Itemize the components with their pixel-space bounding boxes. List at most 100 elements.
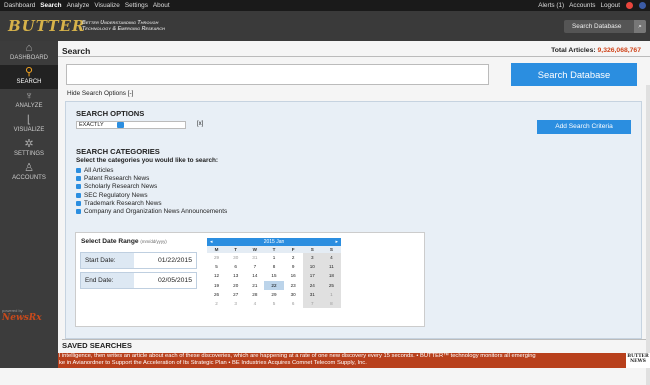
- calendar-day[interactable]: 24: [302, 280, 322, 290]
- calendar-day[interactable]: 12: [207, 271, 226, 280]
- checkbox[interactable]: [76, 175, 81, 181]
- calendar-day-header: S: [302, 246, 322, 253]
- calendar-day[interactable]: 8: [321, 298, 341, 309]
- calendar-day[interactable]: 7: [302, 298, 322, 309]
- add-search-criteria-button[interactable]: Add Search Criteria: [537, 120, 631, 134]
- saved-searches-heading: SAVED SEARCHES: [62, 341, 132, 350]
- calendar-day[interactable]: 1: [321, 289, 341, 299]
- info-icon[interactable]: [639, 2, 646, 9]
- calendar-day[interactable]: 26: [207, 290, 226, 299]
- start-date-field[interactable]: Start Date: 01/22/2015: [80, 252, 197, 269]
- calendar-day[interactable]: 4: [321, 253, 341, 263]
- search-input[interactable]: [66, 64, 489, 85]
- calendar-day[interactable]: 5: [264, 299, 283, 308]
- header-search-button[interactable]: Search Database ⌕: [564, 20, 646, 33]
- topnav-item-analyze[interactable]: Analyze: [67, 0, 90, 11]
- calendar-day[interactable]: 2: [284, 253, 303, 262]
- calendar-day[interactable]: 3: [226, 299, 245, 308]
- calendar-day[interactable]: 28: [245, 290, 264, 299]
- hide-search-options-link[interactable]: Hide Search Options [-]: [67, 90, 133, 97]
- topnav-item-search[interactable]: Search: [40, 0, 61, 11]
- calendar-day[interactable]: 18: [321, 271, 341, 281]
- match-mode-select[interactable]: EXACTLY: [76, 121, 186, 129]
- sidebar-item-dashboard[interactable]: ⌂ DASHBOARD: [0, 41, 58, 65]
- calendar-day[interactable]: 27: [226, 290, 245, 299]
- calendar-day[interactable]: 22: [264, 280, 284, 290]
- remove-criteria-link[interactable]: [x]: [197, 121, 203, 127]
- topnav-item-about[interactable]: About: [153, 0, 170, 11]
- calendar-day[interactable]: 7: [245, 262, 264, 271]
- dropdown-icon[interactable]: [117, 122, 124, 128]
- calendar-day[interactable]: 6: [226, 262, 245, 271]
- checkbox[interactable]: [76, 200, 81, 206]
- category-checkbox-row[interactable]: Scholarly Research News: [76, 183, 227, 191]
- sidebar-item-visualize[interactable]: ⌊ VISUALIZE: [0, 113, 58, 137]
- news-ticker[interactable]: l intelligence, then writes an article a…: [58, 353, 650, 368]
- logout-link[interactable]: Logout: [600, 0, 620, 11]
- calendar-day[interactable]: 21: [245, 281, 264, 290]
- calendar-day[interactable]: 25: [321, 280, 341, 290]
- butter-logo[interactable]: BUTTER: [8, 17, 85, 35]
- category-checkbox-row[interactable]: Trademark Research News: [76, 199, 227, 207]
- calendar-day[interactable]: 9: [284, 262, 303, 271]
- calendar-day[interactable]: 8: [264, 262, 283, 271]
- alerts-link[interactable]: Alerts (1): [538, 0, 564, 11]
- top-nav-bar: Dashboard Search Analyze Visualize Settings A…: [0, 0, 650, 11]
- calendar-day[interactable]: 17: [302, 271, 322, 281]
- category-checkbox-row[interactable]: All Articles: [76, 166, 227, 174]
- chart-icon: ⌊: [26, 114, 32, 126]
- search-database-button[interactable]: Search Database: [511, 63, 637, 86]
- topnav-item-visualize[interactable]: Visualize: [94, 0, 119, 11]
- calendar-day[interactable]: 31: [302, 289, 322, 299]
- calendar-day[interactable]: 16: [284, 271, 303, 280]
- sidebar-item-accounts[interactable]: ♙ ACCOUNTS: [0, 161, 58, 185]
- calendar-day[interactable]: 19: [207, 281, 226, 290]
- category-checkbox-row[interactable]: Company and Organization News Announceme…: [76, 207, 227, 215]
- calendar-day[interactable]: 30: [284, 290, 303, 299]
- calendar-day[interactable]: 23: [284, 281, 303, 290]
- search-icon: ⚲: [24, 66, 34, 78]
- end-date-field[interactable]: End Date: 02/05/2015: [80, 272, 197, 289]
- calendar-day[interactable]: 1: [264, 253, 283, 262]
- calendar-month: 2015 Jan: [263, 239, 285, 245]
- search-icon[interactable]: ⌕: [634, 20, 646, 33]
- category-checkbox-row[interactable]: SEC Regulatory News: [76, 191, 227, 199]
- calendar-day[interactable]: 14: [245, 271, 264, 280]
- prev-month-button[interactable]: ◂: [210, 238, 213, 246]
- calendar-day[interactable]: 10: [302, 262, 322, 272]
- calendar-day[interactable]: 2: [207, 299, 226, 308]
- next-month-button[interactable]: ▸: [335, 238, 338, 246]
- sidebar-item-label: ANALYZE: [15, 103, 43, 109]
- checkbox[interactable]: [76, 192, 81, 198]
- topnav-item-settings[interactable]: Settings: [125, 0, 148, 11]
- scrollbar[interactable]: [646, 85, 650, 385]
- total-articles-count: 9,326,068,767: [597, 47, 641, 54]
- tagline: Better Understanding Through Technology …: [82, 20, 165, 32]
- calendar-day[interactable]: 29: [264, 290, 283, 299]
- accounts-link[interactable]: Accounts: [569, 0, 595, 11]
- calendar-day[interactable]: 29: [207, 253, 226, 262]
- checkbox[interactable]: [76, 167, 81, 173]
- category-label: Trademark Research News: [84, 199, 162, 207]
- topnav-item-dashboard[interactable]: Dashboard: [4, 0, 35, 11]
- checkbox[interactable]: [76, 209, 81, 215]
- sidebar-item-search[interactable]: ⚲ SEARCH: [0, 65, 58, 89]
- sidebar-item-analyze[interactable]: ♆ ANALYZE: [0, 89, 58, 113]
- search-categories-heading: SEARCH CATEGORIES: [76, 147, 160, 156]
- calendar-day[interactable]: 20: [226, 281, 245, 290]
- calendar-day[interactable]: 3: [302, 253, 322, 263]
- calendar-day[interactable]: 31: [245, 253, 264, 262]
- checkbox[interactable]: [76, 184, 81, 190]
- calendar-day[interactable]: 15: [264, 271, 283, 280]
- facebook-icon[interactable]: [626, 2, 633, 9]
- newsrx-logo[interactable]: NewsRx: [2, 313, 42, 323]
- category-checkbox-row[interactable]: Patent Research News: [76, 174, 227, 182]
- calendar-day[interactable]: 5: [207, 262, 226, 271]
- calendar-day[interactable]: 11: [321, 262, 341, 272]
- calendar-day[interactable]: 30: [226, 253, 245, 262]
- calendar-day[interactable]: 13: [226, 271, 245, 280]
- sidebar-item-label: ACCOUNTS: [12, 175, 46, 181]
- calendar-day[interactable]: 6: [284, 299, 303, 308]
- sidebar-item-settings[interactable]: ✲ SETTINGS: [0, 137, 58, 161]
- calendar-day[interactable]: 4: [245, 299, 264, 308]
